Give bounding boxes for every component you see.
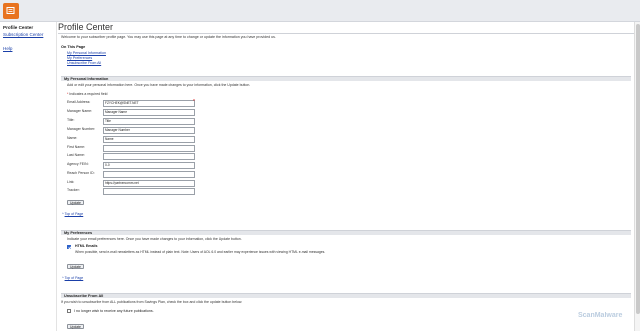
top-header-bar: [0, 0, 640, 22]
reach-person-id-label: Reach Person ID:: [67, 171, 95, 175]
required-star-icon: *: [193, 99, 195, 105]
html-emails-checkbox[interactable]: [67, 245, 71, 249]
email-address-label: Email Address:: [67, 100, 91, 104]
manager-name-label: Manager Name:: [67, 109, 93, 113]
preferences-update-button[interactable]: Update: [67, 264, 84, 269]
intro-text: Welcome to your subscriber profile page.…: [61, 35, 276, 39]
required-note-text: Indicates a required field: [69, 92, 108, 96]
first-name-label: First Name:: [67, 145, 86, 149]
onpage-link-unsubscribe[interactable]: Unsubscribe From All: [67, 61, 101, 65]
onpage-link-preferences[interactable]: My Preferences: [67, 56, 92, 60]
title-field[interactable]: [103, 118, 195, 125]
section-header-preferences: My Preferences: [61, 230, 631, 235]
sidebar-item-help[interactable]: Help: [3, 46, 12, 51]
main-content: Profile Center Welcome to your subscribe…: [58, 22, 634, 331]
agency-fein-label: Agency FEIN:: [67, 162, 89, 166]
top-of-page-link[interactable]: ^ Top of Page: [62, 212, 83, 216]
unsubscribe-checkbox-label: I no longer wish to receive any future p…: [74, 309, 154, 313]
preferences-description: Indicate your email preferences here. On…: [67, 237, 242, 241]
sidebar-item-subscription-center[interactable]: Subscription Center: [3, 32, 43, 37]
personal-update-button[interactable]: Update: [67, 200, 84, 205]
watermark: ScanMalware: [578, 312, 623, 319]
personal-description: Add or edit your personal information he…: [67, 83, 251, 87]
last-name-label: Last Name:: [67, 153, 85, 157]
manager-number-field[interactable]: [103, 127, 195, 134]
sidebar: Profile Center Subscription Center Help: [0, 22, 57, 331]
first-name-field[interactable]: [103, 145, 195, 152]
title-divider: [58, 33, 634, 34]
page-title: Profile Center: [58, 22, 114, 32]
logo-icon: [3, 3, 19, 19]
html-emails-label: HTML Emails: [75, 244, 98, 248]
html-emails-help: When possible, send e-mail newsletters a…: [75, 250, 326, 254]
tracker-label: Tracker:: [67, 188, 80, 192]
agency-fein-field[interactable]: [103, 162, 195, 169]
section-header-unsubscribe: Unsubscribe From All: [61, 293, 631, 298]
title-label: Title:: [67, 118, 75, 122]
onpage-link-personal[interactable]: My Personal Information: [67, 51, 106, 55]
sidebar-title: Profile Center: [3, 25, 34, 30]
vertical-scrollbar[interactable]: [634, 22, 640, 331]
name-field[interactable]: [103, 136, 195, 143]
last-name-field[interactable]: [103, 153, 195, 160]
name-label: Name:: [67, 136, 78, 140]
link-label: Link:: [67, 180, 75, 184]
on-this-page-title: On This Page: [61, 45, 86, 49]
email-address-field[interactable]: [103, 100, 195, 107]
reach-person-id-field[interactable]: [103, 171, 195, 178]
unsubscribe-description: If you wish to unsubscribe from ALL publ…: [61, 300, 243, 304]
link-field[interactable]: [103, 180, 195, 187]
unsubscribe-checkbox[interactable]: [67, 309, 71, 313]
tracker-field[interactable]: [103, 188, 195, 195]
manager-name-field[interactable]: [103, 109, 195, 116]
top-of-page-label: Top of Page: [64, 212, 84, 216]
unsubscribe-update-button[interactable]: Update: [67, 324, 84, 329]
section-header-personal: My Personal Information: [61, 76, 631, 81]
top-of-page-label: Top of Page: [64, 276, 84, 280]
required-note: * Indicates a required field: [67, 92, 107, 96]
top-of-page-link[interactable]: ^ Top of Page: [62, 276, 83, 280]
scrollbar-thumb[interactable]: [636, 24, 640, 314]
manager-number-label: Manager Number:: [67, 127, 96, 131]
